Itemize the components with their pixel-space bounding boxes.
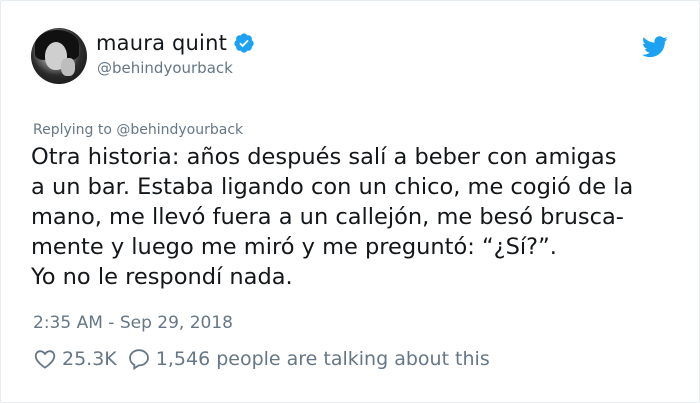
heart-icon [34,350,56,369]
display-name-row[interactable]: maura quint [96,31,255,55]
timestamp[interactable]: 2:35 AM - Sep 29, 2018 [33,313,233,333]
user-handle[interactable]: @behindyourback [97,59,233,77]
tweet-line: mano, me llevó fuera a un callejón, me b… [31,204,624,230]
avatar-hand [61,58,75,76]
like-button[interactable]: 25.3K [33,347,117,371]
tweet-actions: 25.3K 1,546 people are talking about thi… [33,347,500,371]
twitter-bird-icon[interactable] [642,36,668,58]
replying-to[interactable]: Replying to @behindyourback [33,122,243,138]
tweet-line: Otra historia: años después salí a beber… [31,144,617,170]
talking-count: 1,546 people are talking about this [155,348,490,370]
tweet-text: Otra historia: años después salí a beber… [31,142,681,292]
tweet-card: maura quint @behindyourback Replying to … [0,0,700,403]
talking-link[interactable]: 1,546 people are talking about this [127,347,490,371]
speech-bubble-icon [128,349,149,371]
tweet-line: mente y luego me miró y me preguntó: “¿S… [31,234,557,260]
verified-badge-icon [234,33,254,53]
tweet-line: a un bar. Estaba ligando con un chico, m… [31,174,634,200]
like-count: 25.3K [62,348,117,370]
display-name[interactable]: maura quint [96,31,227,55]
tweet-line: Yo no le respondí nada. [31,264,293,290]
avatar[interactable] [31,28,87,84]
